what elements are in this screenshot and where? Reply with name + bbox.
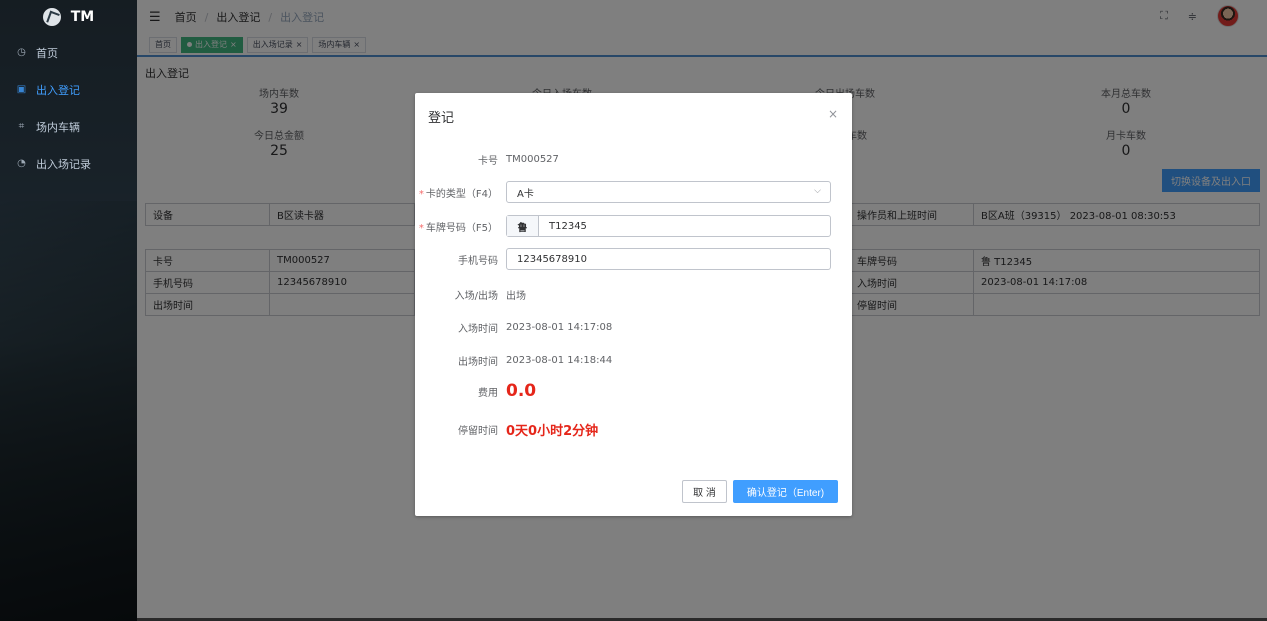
sidebar-item-label: 场内车辆 — [36, 120, 80, 134]
sidebar-item-label: 首页 — [36, 46, 58, 60]
card-no-row: 卡号 TM000527 — [415, 152, 852, 167]
plate-label-text: 车牌号码（F5） — [425, 222, 498, 234]
in-time-value: 2023-08-01 14:17:08 — [506, 322, 613, 333]
vehicles-icon: ⌗ — [18, 121, 25, 132]
out-time-label: 出场时间 — [458, 357, 498, 368]
out-time-row: 出场时间 2023-08-01 14:18:44 — [415, 353, 852, 368]
phone-row: 手机号码 12345678910 — [415, 248, 852, 270]
register-icon: ▣ — [16, 84, 27, 95]
sidebar-item-label: 出入场记录 — [36, 157, 91, 171]
dashboard-icon: ◷ — [17, 47, 26, 58]
card-no-value: TM000527 — [506, 154, 559, 165]
logo-icon — [42, 8, 61, 26]
stay-label: 停留时间 — [458, 426, 498, 437]
cancel-button[interactable]: 取 消 — [682, 480, 727, 503]
register-dialog: 登记 × 卡号 TM000527 * 卡的类型（F4） A卡 ⌵ * 车牌号码（F5… — [415, 93, 852, 516]
fee-value: 0.0 — [506, 381, 537, 401]
card-type-value: A卡 — [517, 188, 534, 200]
stay-value: 0天0小时2分钟 — [506, 424, 599, 439]
direction-value: 出场 — [506, 291, 526, 302]
plate-row: * 车牌号码（F5） 鲁 T12345 — [415, 215, 852, 237]
in-time-label: 入场时间 — [458, 324, 498, 335]
card-type-row: * 卡的类型（F4） A卡 ⌵ — [415, 181, 852, 203]
phone-label: 手机号码 — [458, 255, 498, 267]
direction-row: 入场/出场 出场 — [415, 287, 852, 302]
close-icon[interactable]: × — [828, 107, 838, 121]
card-type-label: * 卡的类型（F4） — [415, 185, 506, 200]
plate-province-select[interactable]: 鲁 — [507, 216, 539, 236]
fee-label: 费用 — [478, 387, 498, 399]
chevron-down-icon: ⌵ — [814, 186, 821, 196]
sidebar-item-home[interactable]: ◷ 首页 — [0, 34, 137, 71]
plate-input-group: 鲁 T12345 — [506, 215, 831, 237]
dialog-title: 登记 — [428, 111, 455, 126]
card-no-label: 卡号 — [478, 156, 498, 167]
required-mark: * — [418, 188, 424, 200]
plate-label: * 车牌号码（F5） — [415, 219, 506, 234]
required-mark: * — [418, 222, 424, 234]
sidebar-item-register[interactable]: ▣ 出入登记 — [0, 71, 137, 108]
plate-number-input[interactable]: T12345 — [539, 216, 830, 236]
logo-text: TM — [70, 9, 95, 25]
fee-row: 费用 0.0 — [415, 381, 852, 401]
phone-input[interactable]: 12345678910 — [506, 248, 831, 270]
card-type-select[interactable]: A卡 ⌵ — [506, 181, 831, 203]
in-time-row: 入场时间 2023-08-01 14:17:08 — [415, 320, 852, 335]
sidebar-item-vehicles[interactable]: ⌗ 场内车辆 — [0, 108, 137, 145]
sidebar-item-records[interactable]: ◔ 出入场记录 — [0, 145, 137, 182]
direction-label: 入场/出场 — [454, 291, 498, 302]
card-type-label-text: 卡的类型（F4） — [425, 188, 498, 200]
clock-icon: ◔ — [17, 158, 26, 169]
stay-row: 停留时间 0天0小时2分钟 — [415, 420, 852, 439]
sidebar-menu: ◷ 首页 ▣ 出入登记 ⌗ 场内车辆 ◔ 出入场记录 — [0, 34, 137, 182]
app-logo[interactable]: TM — [0, 0, 137, 34]
out-time-value: 2023-08-01 14:18:44 — [506, 355, 613, 366]
confirm-register-button[interactable]: 确认登记（Enter) — [733, 480, 838, 503]
sidebar-item-label: 出入登记 — [36, 83, 80, 97]
